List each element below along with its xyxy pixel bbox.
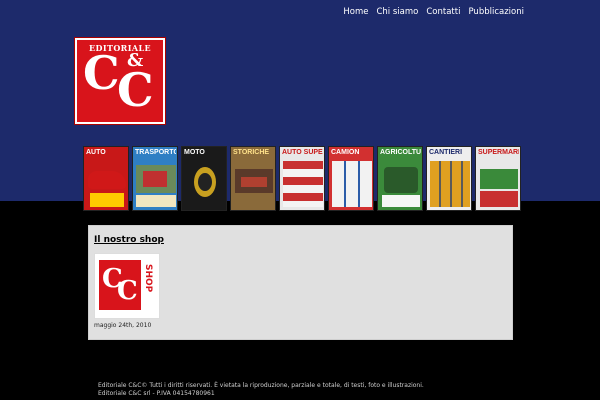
magazine-cover-auto-supermarket[interactable]: AUTO SUPERMARKET: [279, 146, 325, 211]
main-nav: Home Chi siamo Contatti Pubblicazioni: [343, 7, 524, 17]
post-date: maggio 24th, 2010: [94, 322, 152, 329]
magazine-cover-auto[interactable]: AUTO: [83, 146, 129, 211]
nav-pubblicazioni[interactable]: Pubblicazioni: [468, 7, 524, 17]
magazine-strip: AUTO TRASPORTO MOTO STORICHE AUTO SUPERM…: [83, 146, 521, 211]
magazine-cover-agricoltura[interactable]: AGRICOLTURA: [377, 146, 423, 211]
logo-c2: C: [117, 63, 154, 117]
site-logo[interactable]: EDITORIALE C & C: [74, 37, 166, 125]
magazine-cover-supermarket[interactable]: SUPERMARKET: [475, 146, 521, 211]
nav-home[interactable]: Home: [343, 7, 368, 17]
magazine-cover-moto[interactable]: MOTO: [181, 146, 227, 211]
thumbnail-c2: C: [117, 276, 138, 306]
magazine-cover-storiche[interactable]: STORICHE: [230, 146, 276, 211]
magazine-cover-trasporto[interactable]: TRASPORTO: [132, 146, 178, 211]
nav-chi-siamo[interactable]: Chi siamo: [376, 7, 418, 17]
magazine-title: MOTO: [184, 149, 205, 156]
footer-copyright: Editoriale C&C© Tutti i diritti riservat…: [98, 382, 424, 389]
post-title-link[interactable]: Il nostro shop: [94, 235, 164, 245]
logo-c1: C: [83, 46, 120, 100]
magazine-title: AGRICOLTURA: [380, 149, 421, 156]
nav-contatti[interactable]: Contatti: [426, 7, 460, 17]
magazine-title: AUTO: [86, 149, 106, 156]
main-content: Il nostro shop C C SHOP maggio 24th, 201…: [88, 225, 513, 340]
site-header: Home Chi siamo Contatti Pubblicazioni ED…: [0, 0, 600, 211]
magazine-cover-camion[interactable]: CAMION: [328, 146, 374, 211]
magazine-title: SUPERMARKET: [478, 149, 519, 156]
magazine-title: CAMION: [331, 149, 360, 156]
thumbnail-shop-text: SHOP: [143, 264, 153, 293]
magazine-title: AUTO SUPERMARKET: [282, 149, 323, 156]
footer-vat: Editoriale C&C srl - P.IVA 04154780961: [98, 389, 215, 397]
magazine-cover-cantieri[interactable]: CANTIERI: [426, 146, 472, 211]
magazine-title: TRASPORTO: [135, 149, 176, 156]
site-footer: Editoriale C&C© Tutti i diritti riservat…: [98, 382, 424, 397]
magazine-title: STORICHE: [233, 149, 270, 156]
magazine-title: CANTIERI: [429, 149, 463, 156]
shop-thumbnail[interactable]: C C SHOP: [94, 253, 160, 319]
